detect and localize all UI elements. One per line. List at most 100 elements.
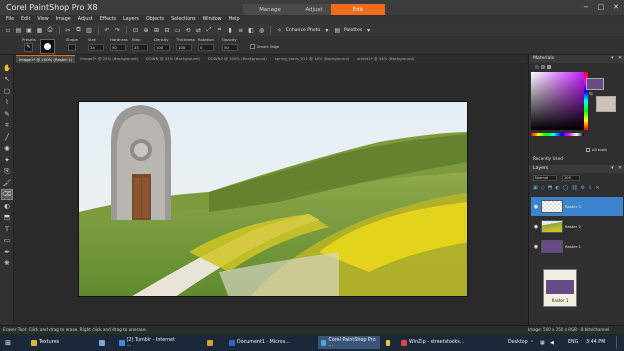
rotate-icon[interactable]: ⟲	[184, 26, 192, 34]
adjustment-layer-icon[interactable]: ◐	[555, 185, 559, 191]
menu-selections[interactable]: Selections	[171, 17, 196, 22]
tab-image1[interactable]: Image1* @ 200% (Raster 1)	[16, 55, 76, 63]
clone-tool-icon[interactable]: ⎘	[2, 167, 12, 176]
undo-icon[interactable]: ↶	[103, 26, 111, 34]
layer-row-raster1[interactable]: ◉ Raster 1	[531, 237, 623, 256]
dodge-tool-icon[interactable]: ◐	[2, 201, 12, 210]
panel-close-icon[interactable]: ✕	[618, 165, 622, 171]
volume-icon[interactable]: ◀	[550, 340, 554, 346]
pen-tool-icon[interactable]: ✒	[2, 247, 12, 256]
hardness-field[interactable]: 50	[110, 44, 126, 51]
all-tools-checkbox[interactable]	[586, 148, 590, 152]
preset-shape-icon[interactable]: ▭	[2, 236, 12, 245]
crop-tool-icon[interactable]: ⌗	[2, 121, 12, 130]
size-field[interactable]: 24	[88, 44, 104, 51]
rulers-icon[interactable]: ▭	[174, 26, 182, 34]
warp-brush-icon[interactable]: ❋	[2, 259, 12, 268]
pan-tool-icon[interactable]: ✋	[2, 63, 12, 72]
grid-icon[interactable]: ⊞	[153, 26, 161, 34]
minimize-button[interactable]: −	[580, 2, 592, 12]
resize-icon[interactable]: ⤢	[205, 26, 213, 34]
density-field[interactable]: 100	[154, 44, 170, 51]
maximize-button[interactable]: □	[595, 2, 607, 12]
brush-tip-preview[interactable]	[40, 39, 55, 54]
zoom-icon[interactable]: ⊕	[142, 26, 150, 34]
presets-dropdown[interactable]: ✎	[24, 43, 33, 52]
save-icon[interactable]: ▣	[25, 26, 33, 34]
crop-icon[interactable]: ⌗	[216, 26, 224, 34]
start-button[interactable]: ⊞	[3, 336, 13, 349]
tab-edit[interactable]: Edit	[331, 4, 385, 15]
tab-down2[interactable]: DOWN2 @ 100% (Background)	[205, 55, 270, 63]
open-folder-icon[interactable]: ▤	[15, 26, 23, 34]
network-icon[interactable]: ▦	[540, 340, 545, 346]
rotation-field[interactable]: 0	[198, 44, 214, 51]
enhance-photo-icon[interactable]: ✧	[276, 26, 284, 34]
color-picker-square[interactable]	[531, 72, 584, 130]
makeover-tool-icon[interactable]: ✦	[2, 155, 12, 164]
panel-close-icon[interactable]: ✕	[618, 55, 622, 61]
language-indicator[interactable]: ENG	[568, 340, 578, 345]
eraser-tool-icon[interactable]: ⌫	[1, 188, 13, 200]
save-as-icon[interactable]: ▦	[36, 26, 44, 34]
visibility-eye-icon[interactable]: ◉	[533, 204, 539, 210]
brush-variance-icon[interactable]: ◍	[258, 26, 266, 34]
guides-icon[interactable]: ⊟	[163, 26, 171, 34]
chevron-down-icon[interactable]: ▾	[365, 26, 373, 34]
print-icon[interactable]: ⎙	[46, 26, 54, 34]
new-vector-layer-icon[interactable]: ◇	[541, 185, 545, 191]
chevron-down-icon[interactable]: ▾	[323, 26, 331, 34]
paste-icon[interactable]: ▥	[85, 26, 93, 34]
menu-adjust[interactable]: Adjust	[78, 17, 93, 22]
clock[interactable]: 3:44 PM	[586, 340, 605, 345]
new-group-icon[interactable]: ⬒	[548, 185, 553, 191]
background-swatch[interactable]	[596, 96, 616, 112]
fit-window-icon[interactable]: ⊡	[132, 26, 140, 34]
menu-image[interactable]: Image	[56, 17, 71, 22]
layer-row-raster3[interactable]: ◉ Raster 3	[531, 197, 623, 216]
image-canvas[interactable]	[78, 101, 468, 297]
copy-icon[interactable]: ⧉	[75, 26, 83, 34]
layer-row-raster2[interactable]: ◉ Raster 2	[531, 217, 623, 236]
red-eye-tool-icon[interactable]: ◉	[2, 144, 12, 153]
enhance-photo-menu[interactable]: Enhance Photo	[286, 28, 320, 33]
taskbar-item[interactable]: (2) Tumblr - Internet ...	[116, 336, 180, 349]
fill-tool-icon[interactable]: ⬒	[2, 213, 12, 222]
tab-down[interactable]: DOWN @ 51% (Background)	[143, 55, 203, 63]
taskbar-item[interactable]: WinZip - streetstocks...	[398, 336, 468, 349]
freehand-selection-icon[interactable]: ⌇	[2, 98, 12, 107]
rainbow-tab-icon[interactable]	[541, 65, 545, 69]
eyedropper-icon[interactable]: ✎	[2, 109, 12, 118]
swap-colors-icon[interactable]: ⇆	[589, 92, 593, 97]
opacity-field[interactable]: 50	[222, 44, 238, 51]
menu-file[interactable]: File	[6, 17, 14, 22]
menu-edit[interactable]: Edit	[21, 17, 30, 22]
redo-icon[interactable]: ↷	[114, 26, 122, 34]
new-file-icon[interactable]: ▫	[4, 26, 12, 34]
histogram-icon[interactable]: ▮	[226, 26, 234, 34]
palettes-icon[interactable]: ▤	[333, 26, 341, 34]
taskbar-item[interactable]	[204, 336, 218, 349]
pick-tool-icon[interactable]: ↖	[2, 75, 12, 84]
blend-mode-select[interactable]: Normal	[533, 175, 557, 181]
menu-window[interactable]: Window	[203, 17, 222, 22]
menu-layers[interactable]: Layers	[123, 17, 139, 22]
panel-menu-icon[interactable]: ▾	[611, 165, 614, 171]
menu-effects[interactable]: Effects	[100, 17, 116, 22]
flip-icon[interactable]: ⇄	[195, 26, 203, 34]
palettes-menu[interactable]: Palettes	[344, 28, 362, 33]
selection-tool-icon[interactable]: ▢	[2, 86, 12, 95]
thickness-field[interactable]: 100	[176, 44, 192, 51]
foreground-swatch[interactable]	[586, 78, 604, 90]
smart-edge-checkbox[interactable]	[250, 44, 255, 49]
taskbar-item[interactable]	[96, 336, 110, 349]
visibility-eye-icon[interactable]: ◉	[533, 224, 539, 230]
menu-objects[interactable]: Objects	[146, 17, 164, 22]
menu-help[interactable]: Help	[229, 17, 240, 22]
show-desktop-button[interactable]	[616, 336, 621, 349]
straighten-tool-icon[interactable]: ╱	[2, 132, 12, 141]
tab-spring-stock[interactable]: spring_stock_011 @ 18% (Background)	[272, 55, 352, 63]
tab-image2[interactable]: Image2* @ 25% (Background)	[77, 55, 141, 63]
panel-menu-icon[interactable]: ▾	[611, 55, 614, 61]
materials-toggle-icon[interactable]: ◧	[247, 26, 255, 34]
